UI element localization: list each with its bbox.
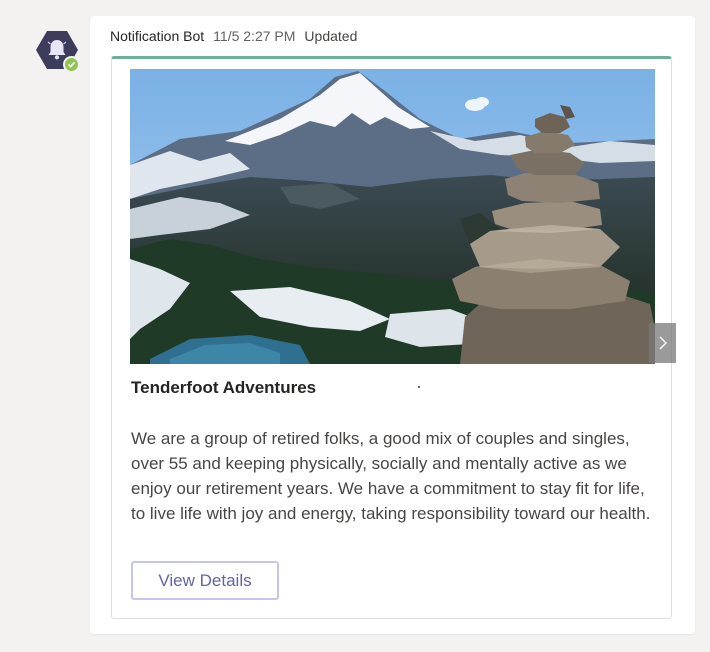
view-details-button[interactable]: View Details: [131, 561, 279, 600]
sender-name[interactable]: Notification Bot: [110, 28, 204, 44]
card-description: We are a group of retired folks, a good …: [131, 429, 651, 523]
card-title: Tenderfoot Adventures: [131, 378, 317, 397]
carousel-next-button[interactable]: [649, 323, 676, 363]
presence-badge: [63, 56, 80, 73]
message-timestamp: 11/5 2:27 PM: [213, 28, 296, 44]
chat-message: Notification Bot 11/5 2:27 PM Updated Te…: [90, 16, 695, 634]
edited-label: Updated: [304, 28, 358, 44]
message-header: Notification Bot 11/5 2:27 PM Updated: [110, 28, 357, 44]
adaptive-card: Tenderfoot Adventures We are a group of …: [111, 56, 676, 619]
hero-image: [130, 69, 655, 364]
decorative-dot: [418, 386, 420, 388]
avatar[interactable]: [36, 30, 80, 73]
available-check-icon: [67, 61, 76, 68]
chevron-right-icon: [659, 336, 667, 350]
